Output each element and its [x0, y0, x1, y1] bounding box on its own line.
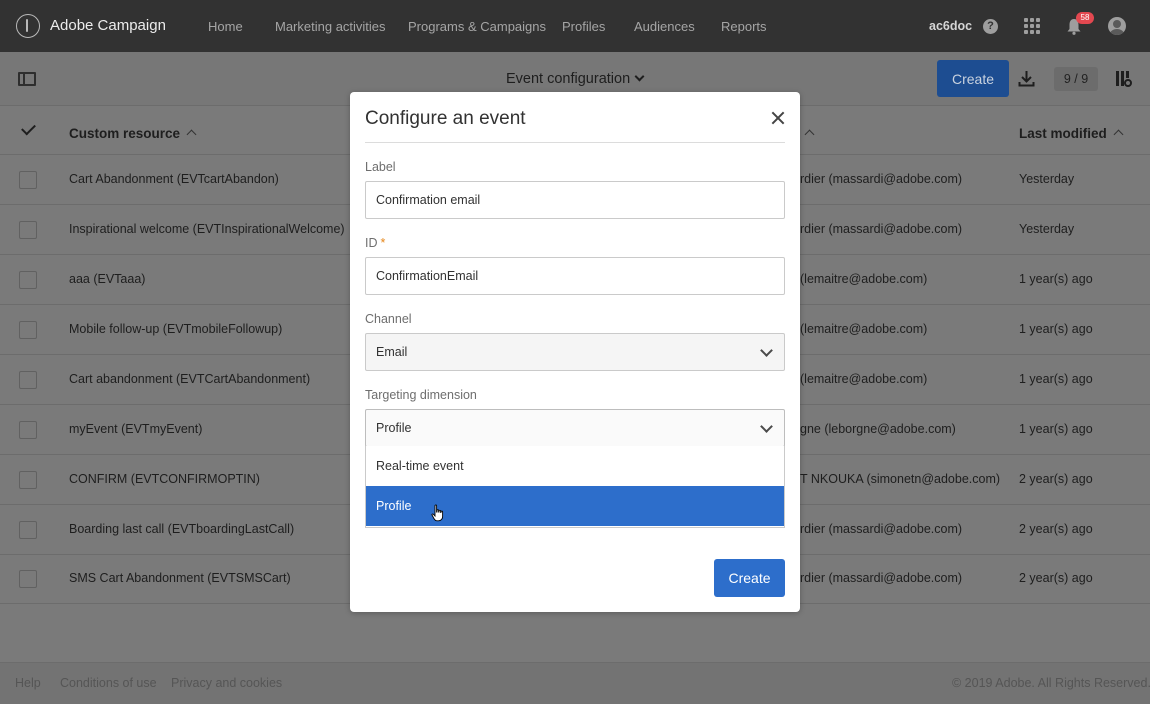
page-title[interactable]: Event configuration [506, 71, 645, 87]
app-title[interactable]: Adobe Campaign [50, 17, 166, 34]
chevron-down-icon [760, 344, 773, 357]
user-code[interactable]: ac6doc [929, 19, 972, 33]
hand-cursor-icon [431, 504, 444, 522]
resource-owner: (lemaitre@adobe.com) [800, 322, 928, 336]
resource-name[interactable]: Inspirational welcome (EVTInspirationalW… [69, 222, 345, 236]
resource-owner: gne (leborgne@adobe.com) [800, 422, 956, 436]
dialog-title: Configure an event [365, 108, 526, 129]
resource-modified: 1 year(s) ago [1019, 322, 1093, 336]
row-checkbox[interactable] [19, 570, 37, 588]
id-field-caption: ID * [365, 236, 385, 250]
row-checkbox[interactable] [19, 521, 37, 539]
resource-owner: (lemaitre@adobe.com) [800, 272, 928, 286]
panel-icon[interactable] [18, 72, 36, 86]
nav-programs-campaigns[interactable]: Programs & Campaigns [408, 19, 546, 34]
row-checkbox[interactable] [19, 271, 37, 289]
resource-owner: rdier (massardi@adobe.com) [800, 522, 963, 536]
targeting-field-caption: Targeting dimension [365, 388, 477, 402]
resource-name[interactable]: Mobile follow-up (EVTmobileFollowup) [69, 322, 282, 336]
channel-select[interactable]: Email [365, 333, 785, 371]
resource-owner: (lemaitre@adobe.com) [800, 372, 928, 386]
close-icon[interactable] [771, 111, 785, 125]
footer-privacy-link[interactable]: Privacy and cookies [171, 676, 282, 690]
resource-name[interactable]: aaa (EVTaaa) [69, 272, 145, 286]
resource-name[interactable]: Boarding last call (EVTboardingLastCall) [69, 522, 294, 536]
option-real-time-event[interactable]: Real-time event [366, 446, 784, 486]
sort-icon[interactable] [1113, 129, 1124, 140]
resource-modified: 1 year(s) ago [1019, 372, 1093, 386]
row-checkbox[interactable] [19, 421, 37, 439]
resource-modified: 2 year(s) ago [1019, 571, 1093, 585]
option-profile[interactable]: Profile [366, 486, 784, 526]
row-checkbox[interactable] [19, 171, 37, 189]
page-title-label: Event configuration [506, 71, 631, 87]
column-label: Custom resource [69, 126, 181, 141]
nav-reports[interactable]: Reports [721, 19, 767, 34]
id-field[interactable]: ConfirmationEmail [365, 257, 785, 295]
help-icon[interactable]: ? [983, 19, 998, 34]
resource-name[interactable]: SMS Cart Abandonment (EVTSMSCart) [69, 571, 291, 585]
configure-event-dialog: Configure an event Label Confirmation em… [350, 92, 800, 612]
layout-settings-icon[interactable] [1115, 70, 1132, 87]
resource-owner: rdier (massardi@adobe.com) [800, 571, 963, 585]
row-checkbox[interactable] [19, 321, 37, 339]
nav-audiences[interactable]: Audiences [634, 19, 695, 34]
create-button[interactable]: Create [937, 60, 1009, 97]
targeting-selected-value: Profile [376, 421, 412, 435]
nav-home[interactable]: Home [208, 19, 243, 34]
adobe-campaign-logo-icon[interactable] [16, 14, 40, 38]
column-header-last-modified[interactable]: Last modified [1019, 126, 1124, 141]
resource-name[interactable]: myEvent (EVTmyEvent) [69, 422, 202, 436]
resource-modified: 2 year(s) ago [1019, 472, 1093, 486]
channel-field-caption: Channel [365, 312, 412, 326]
row-checkbox[interactable] [19, 471, 37, 489]
targeting-dimension-select[interactable]: Profile [365, 409, 785, 447]
pager: 9 / 9 [1054, 67, 1098, 91]
download-icon[interactable] [1018, 70, 1035, 87]
nav-profiles[interactable]: Profiles [562, 19, 605, 34]
resource-name[interactable]: Cart Abandonment (EVTcartAbandon) [69, 172, 279, 186]
resource-owner: T NKOUKA (simonetn@adobe.com) [800, 472, 1001, 486]
targeting-dropdown-list: Real-time event Profile [365, 446, 785, 528]
resource-name[interactable]: CONFIRM (EVTCONFIRMOPTIN) [69, 472, 260, 486]
row-checkbox[interactable] [19, 371, 37, 389]
resource-owner: rdier (massardi@adobe.com) [800, 172, 963, 186]
dialog-divider [365, 142, 785, 143]
resource-modified: Yesterday [1019, 222, 1075, 236]
column-label: Last modified [1019, 126, 1107, 141]
resource-owner: rdier (massardi@adobe.com) [800, 222, 963, 236]
required-marker: * [380, 236, 386, 250]
row-checkbox[interactable] [19, 221, 37, 239]
sort-icon[interactable] [804, 129, 815, 140]
label-field-caption: Label [365, 160, 396, 174]
label-field[interactable]: Confirmation email [365, 181, 785, 219]
select-all-checkmark-icon[interactable] [21, 120, 36, 136]
top-bar: Adobe Campaign Home Marketing activities… [0, 0, 1150, 52]
footer-copyright: © 2019 Adobe. All Rights Reserved. [952, 676, 1150, 690]
resource-modified: Yesterday [1019, 172, 1075, 186]
channel-selected-value: Email [376, 345, 408, 359]
sort-icon[interactable] [186, 129, 197, 140]
notification-badge: 58 [1076, 12, 1094, 24]
resource-name[interactable]: Cart abandonment (EVTCartAbandonment) [69, 372, 310, 386]
id-caption-text: ID [365, 236, 378, 250]
resource-modified: 1 year(s) ago [1019, 272, 1093, 286]
chevron-down-icon [634, 71, 645, 82]
column-header-custom-resource[interactable]: Custom resource [69, 126, 197, 141]
resource-modified: 2 year(s) ago [1019, 522, 1093, 536]
avatar[interactable] [1108, 17, 1126, 35]
chevron-down-icon [760, 420, 773, 433]
dialog-create-button[interactable]: Create [714, 559, 785, 597]
nav-marketing-activities[interactable]: Marketing activities [275, 19, 386, 34]
footer-terms-link[interactable]: Conditions of use [60, 676, 157, 690]
footer-help-link[interactable]: Help [15, 676, 41, 690]
footer: Help Conditions of use Privacy and cooki… [0, 662, 1150, 704]
apps-grid-icon[interactable] [1024, 18, 1041, 35]
resource-modified: 1 year(s) ago [1019, 422, 1093, 436]
